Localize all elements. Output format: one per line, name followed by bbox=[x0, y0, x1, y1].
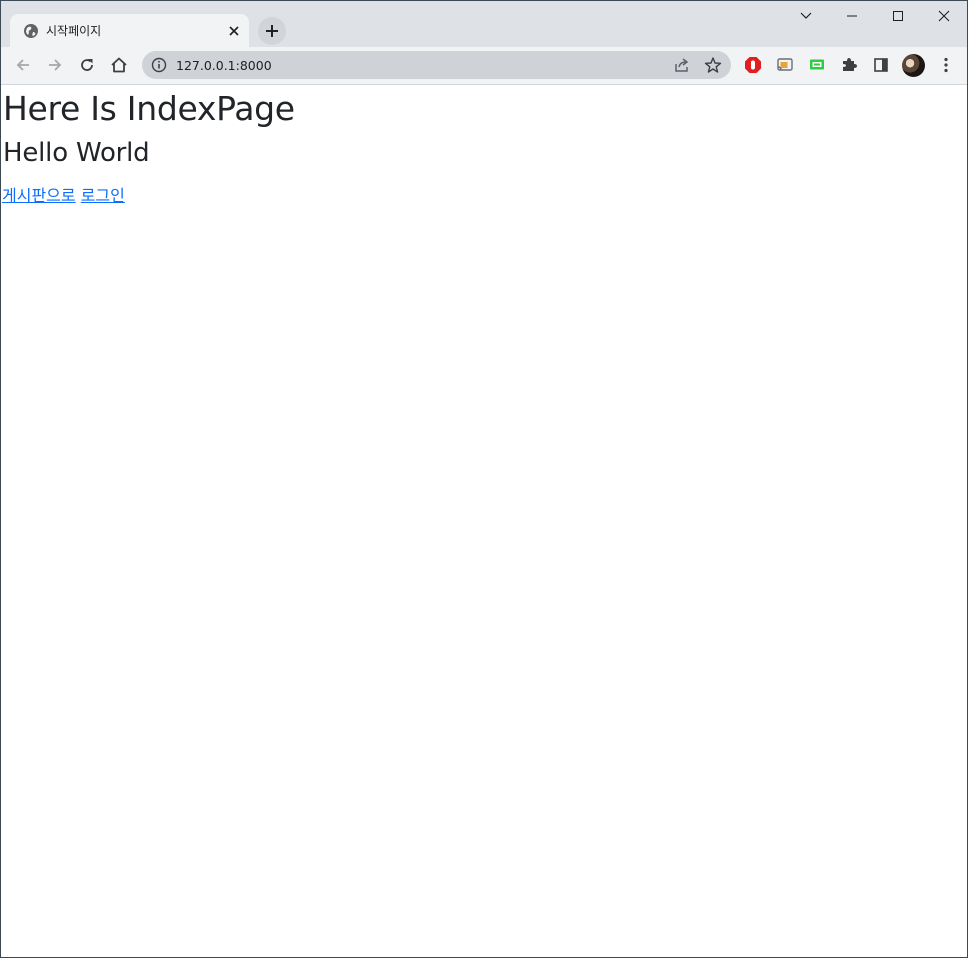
extensions-button[interactable] bbox=[838, 54, 860, 76]
login-link[interactable]: 로그인 bbox=[81, 186, 125, 205]
browser-tab[interactable]: 시작페이지 bbox=[10, 14, 249, 47]
menu-button[interactable] bbox=[935, 54, 957, 76]
globe-icon bbox=[23, 23, 39, 39]
window-controls bbox=[783, 1, 967, 31]
nav-links: 게시판으로 로그인 bbox=[2, 182, 125, 206]
browser-window: 시작페이지 127.0.0.1:8000 Here Is IndexPage H… bbox=[0, 0, 968, 958]
tab-title: 시작페이지 bbox=[46, 24, 102, 38]
tab-strip: 시작페이지 bbox=[1, 1, 967, 47]
home-icon bbox=[111, 57, 127, 73]
browser-toolbar: 127.0.0.1:8000 bbox=[1, 47, 967, 85]
profile-avatar[interactable] bbox=[902, 54, 925, 77]
close-icon bbox=[229, 26, 239, 36]
reload-button[interactable] bbox=[72, 50, 102, 80]
adblock-icon bbox=[745, 57, 761, 73]
more-vertical-icon bbox=[944, 57, 948, 73]
share-icon[interactable] bbox=[673, 56, 691, 74]
chevron-down-icon bbox=[800, 12, 812, 19]
cast-icon bbox=[777, 58, 793, 71]
close-icon bbox=[938, 10, 950, 22]
info-icon[interactable] bbox=[151, 57, 167, 73]
side-panel-button[interactable] bbox=[870, 54, 892, 76]
close-window-button[interactable] bbox=[921, 1, 967, 31]
reload-icon bbox=[81, 59, 93, 71]
minimize-button[interactable] bbox=[829, 1, 875, 31]
minimize-icon bbox=[847, 15, 857, 17]
home-button[interactable] bbox=[104, 50, 134, 80]
plus-icon bbox=[266, 25, 278, 37]
maximize-icon bbox=[893, 11, 903, 21]
new-tab-button[interactable] bbox=[258, 17, 286, 45]
back-button[interactable] bbox=[8, 50, 38, 80]
board-link[interactable]: 게시판으로 bbox=[2, 186, 76, 205]
side-panel-icon bbox=[874, 58, 888, 72]
address-bar[interactable]: 127.0.0.1:8000 bbox=[142, 51, 731, 79]
tab-search-button[interactable] bbox=[783, 1, 829, 31]
adblock-extension-button[interactable] bbox=[742, 54, 764, 76]
arrow-right-icon bbox=[49, 59, 62, 71]
page-content: Here Is IndexPage Hello World 게시판으로 로그인 bbox=[1, 85, 967, 957]
forward-button[interactable] bbox=[40, 50, 70, 80]
star-bookmark-icon[interactable] bbox=[704, 56, 722, 74]
page-subtitle: Hello World bbox=[3, 138, 150, 168]
screen-extension-button[interactable] bbox=[806, 54, 828, 76]
maximize-button[interactable] bbox=[875, 1, 921, 31]
url-text[interactable]: 127.0.0.1:8000 bbox=[176, 58, 272, 73]
screen-icon bbox=[810, 59, 824, 70]
arrow-left-icon bbox=[16, 59, 29, 71]
page-title: Here Is IndexPage bbox=[3, 89, 295, 128]
cast-extension-button[interactable] bbox=[774, 54, 796, 76]
puzzle-icon bbox=[843, 58, 857, 71]
close-tab-button[interactable] bbox=[224, 21, 244, 41]
